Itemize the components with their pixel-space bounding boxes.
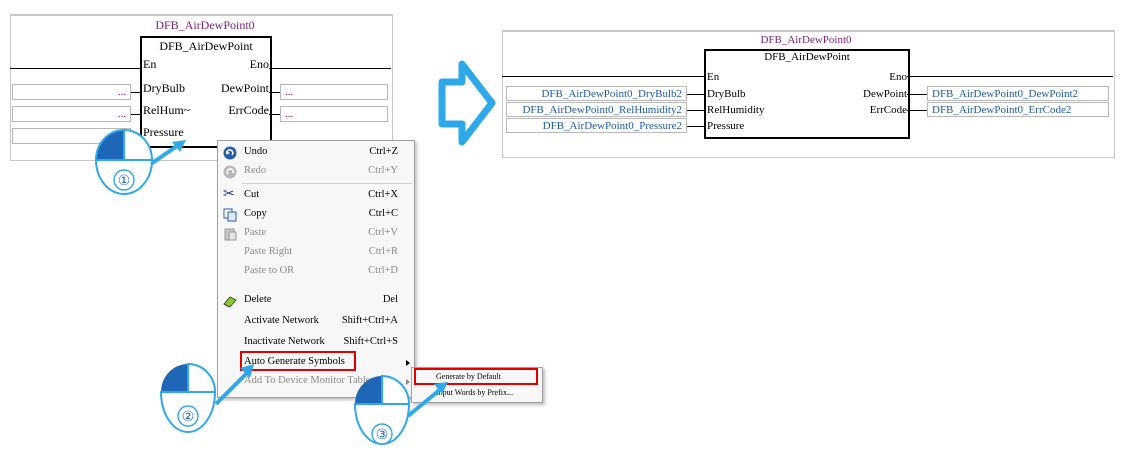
right-pressure-wire — [686, 126, 705, 127]
right-pin-dewpoint: DewPoint — [863, 88, 907, 100]
right-drybulb-wire — [686, 94, 705, 95]
left-drybulb-wire — [130, 92, 141, 93]
left-instance-name[interactable]: DFB_AirDewPoint0 — [140, 18, 270, 33]
scissors-icon: ✂ — [223, 187, 235, 202]
left-pin-eno: Eno — [249, 57, 269, 71]
menu-item-paste-right[interactable]: Paste Right Ctrl+R — [218, 244, 414, 262]
right-pin-en: En — [707, 71, 720, 83]
step-2-mouse-icon: ② — [159, 362, 254, 433]
right-pin-relhumidity: RelHumidity — [707, 104, 765, 116]
left-errcode-field[interactable]: ... — [280, 106, 388, 122]
right-pin-eno: Eno — [889, 71, 907, 83]
right-errcode-symbol[interactable]: DFB_AirDewPoint0_ErrCode2 — [927, 102, 1109, 117]
transition-arrow-icon — [438, 60, 496, 146]
right-function-block[interactable]: DFB_AirDewPoint En DryBulb RelHumidity P… — [704, 49, 910, 139]
right-block-type: DFB_AirDewPoint — [764, 51, 850, 63]
left-pin-dewpoint: DewPoint — [221, 81, 269, 95]
right-relhumidity-wire — [686, 110, 705, 111]
copy-icon — [223, 208, 237, 222]
right-pin-drybulb: DryBulb — [707, 88, 746, 100]
right-errcode-wire — [907, 110, 927, 111]
right-pin-pressure: Pressure — [707, 120, 745, 132]
menu-item-undo[interactable]: Undo Ctrl+Z — [218, 144, 414, 162]
svg-text:②: ② — [182, 409, 195, 425]
right-instance-name[interactable]: DFB_AirDewPoint0 — [704, 34, 908, 46]
left-pin-en: En — [143, 57, 157, 71]
left-power-rail-wire — [10, 68, 141, 69]
menu-item-redo[interactable]: Redo Ctrl+Y — [218, 163, 414, 181]
right-eno-wire — [907, 76, 1113, 77]
left-errcode-wire — [269, 114, 280, 115]
undo-icon — [223, 146, 237, 160]
left-block-type: DFB_AirDewPoint — [159, 39, 253, 53]
left-dewpoint-wire — [269, 92, 280, 93]
menu-item-delete[interactable]: Delete Del — [218, 292, 414, 310]
right-power-rail-wire — [502, 76, 705, 77]
right-relhumidity-symbol[interactable]: DFB_AirDewPoint0_RelHumidity2 — [506, 102, 687, 117]
left-pin-relhum: RelHum~ — [143, 103, 191, 117]
left-relhum-wire — [130, 114, 141, 115]
menu-separator — [242, 183, 412, 184]
menu-item-copy[interactable]: Copy Ctrl+C — [218, 206, 414, 224]
right-pin-errcode: ErrCode — [869, 104, 907, 116]
right-dewpoint-symbol[interactable]: DFB_AirDewPoint0_DewPoint2 — [927, 86, 1109, 101]
paste-icon — [224, 228, 237, 241]
submenu-arrow-icon — [406, 360, 410, 366]
left-dewpoint-field[interactable]: ... — [280, 84, 388, 100]
menu-item-activate-network[interactable]: Activate Network Shift+Ctrl+A — [218, 313, 414, 331]
redo-icon — [223, 165, 237, 179]
left-pin-errcode: ErrCode — [228, 103, 269, 117]
menu-item-paste-to-or[interactable]: Paste to OR Ctrl+D — [218, 263, 414, 281]
menu-item-paste[interactable]: Paste Ctrl+V — [218, 225, 414, 243]
svg-text:①: ① — [118, 173, 131, 189]
right-pressure-symbol[interactable]: DFB_AirDewPoint0_Pressure2 — [506, 118, 687, 133]
eraser-icon — [223, 296, 237, 308]
right-dewpoint-wire — [907, 94, 927, 95]
menu-item-inactivate-network[interactable]: Inactivate Network Shift+Ctrl+S — [218, 334, 414, 352]
step-3-mouse-icon: ③ — [353, 374, 448, 445]
step-1-mouse-icon: ① — [94, 128, 186, 195]
menu-item-cut[interactable]: ✂ Cut Ctrl+X — [218, 187, 414, 205]
left-relhum-field[interactable]: ... — [12, 106, 131, 122]
left-eno-wire — [269, 68, 391, 69]
right-drybulb-symbol[interactable]: DFB_AirDewPoint0_DryBulb2 — [506, 86, 687, 101]
left-pin-drybulb: DryBulb — [143, 81, 185, 95]
svg-text:③: ③ — [376, 427, 389, 443]
left-drybulb-field[interactable]: ... — [12, 84, 131, 100]
